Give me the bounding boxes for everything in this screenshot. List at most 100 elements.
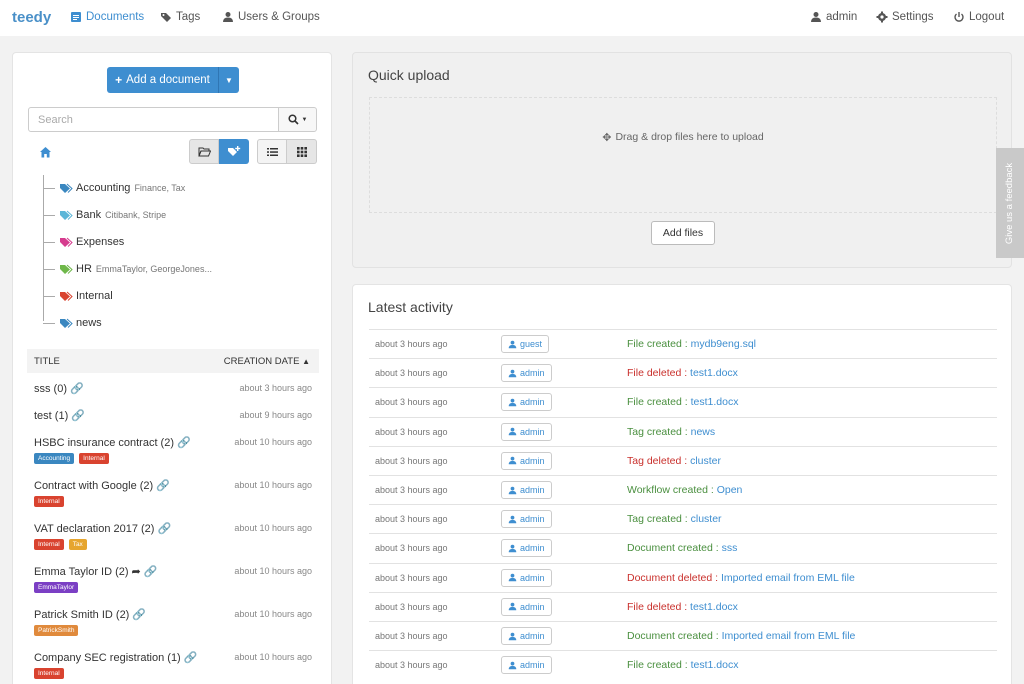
document-date: about 10 hours ago: [234, 523, 312, 533]
search-options-button[interactable]: ▼: [278, 107, 317, 132]
activity-user-badge[interactable]: admin: [501, 451, 552, 470]
activity-user-badge[interactable]: admin: [501, 656, 552, 675]
link-icon: 🔗: [183, 652, 198, 664]
activity-time: about 3 hours ago: [375, 543, 448, 554]
activity-row: about 3 hours ago admin Document created :…: [369, 533, 997, 562]
document-row[interactable]: HSBC insurance contract (2) 🔗 about 10 ho…: [34, 436, 312, 464]
activity-user-badge[interactable]: admin: [501, 597, 552, 616]
folder-view-button[interactable]: [189, 139, 219, 164]
tag-view-button[interactable]: [219, 139, 249, 164]
activity-target-link[interactable]: cluster: [691, 513, 722, 525]
nav-tags[interactable]: Tags: [160, 11, 200, 23]
activity-message: File created : test1.docx: [627, 396, 739, 408]
tag-badge[interactable]: EmmaTaylor: [34, 582, 79, 593]
document-date: about 10 hours ago: [234, 480, 312, 490]
nav-tags-label: Tags: [176, 11, 201, 23]
document-row[interactable]: sss (0) 🔗 about 3 hours ago: [34, 382, 312, 396]
document-row[interactable]: Company SEC registration (1) 🔗 about 10 h…: [34, 651, 312, 679]
activity-target-link[interactable]: Open: [717, 484, 743, 496]
nav-logout[interactable]: Logout: [953, 11, 1004, 23]
brand-logo[interactable]: teedy: [12, 9, 51, 26]
activity-user-badge[interactable]: guest: [501, 335, 550, 353]
activity-row: about 3 hours ago admin File deleted : tes…: [369, 591, 997, 621]
feedback-tab[interactable]: Give us a feedback: [996, 148, 1024, 258]
user-icon: [508, 340, 517, 348]
activity-user-badge[interactable]: admin: [501, 568, 552, 587]
activity-message: Document deleted : Imported email from E…: [627, 572, 855, 584]
activity-target-link[interactable]: Imported email from EML file: [721, 572, 855, 584]
tag-badge[interactable]: Internal: [34, 668, 64, 679]
tag-badge[interactable]: PatrickSmith: [34, 625, 79, 636]
nav-documents[interactable]: Documents: [70, 11, 144, 23]
activity-target-link[interactable]: test1.docx: [690, 367, 738, 379]
activity-row: about 3 hours ago admin File deleted : tes…: [369, 358, 997, 387]
document-title: Emma Taylor ID (2): [34, 565, 129, 578]
nav-documents-label: Documents: [86, 11, 145, 23]
document-title: Company SEC registration (1): [34, 651, 181, 664]
nav-admin[interactable]: admin: [810, 11, 857, 23]
tree-item-bank[interactable]: Bank Citibank, Stripe: [43, 208, 166, 222]
activity-user-badge[interactable]: admin: [501, 510, 552, 529]
activity-target-link[interactable]: Imported email from EML file: [722, 630, 856, 642]
activity-target-link[interactable]: sss: [722, 542, 738, 554]
activity-user-badge[interactable]: admin: [501, 364, 552, 383]
activity-time: about 3 hours ago: [375, 660, 448, 671]
activity-user-badge[interactable]: admin: [501, 627, 552, 645]
tag-badge[interactable]: Tax: [68, 539, 87, 550]
document-row[interactable]: Patrick Smith ID (2) 🔗 about 10 hours ago…: [34, 608, 312, 636]
search-icon: [287, 114, 299, 125]
tree-item-hr[interactable]: HR EmmaTaylor, GeorgeJones...: [43, 262, 212, 276]
add-files-button[interactable]: Add files: [651, 221, 715, 245]
activity-target-link[interactable]: mydb9eng.sql: [691, 338, 756, 350]
tree-item-accounting[interactable]: Accounting Finance, Tax: [43, 181, 185, 195]
tree-item-news[interactable]: news: [43, 316, 102, 330]
tree-item-expenses[interactable]: Expenses: [43, 235, 124, 249]
document-row[interactable]: Contract with Google (2) 🔗 about 10 hours…: [34, 479, 312, 507]
upload-dropzone[interactable]: ✥ Drag & drop files here to upload: [369, 97, 997, 213]
tree-item-label: Expenses: [76, 236, 125, 248]
activity-target-link[interactable]: cluster: [690, 455, 721, 467]
activity-user-badge[interactable]: admin: [501, 393, 552, 412]
activity-target-link[interactable]: news: [691, 426, 716, 438]
column-creation-date[interactable]: CREATION DATE ▲: [224, 356, 310, 367]
activity-row: about 3 hours ago admin File created : tes…: [369, 650, 997, 679]
document-row[interactable]: VAT declaration 2017 (2) 🔗 about 10 hours…: [34, 522, 312, 550]
activity-action: Document created :: [627, 542, 719, 555]
add-document-button[interactable]: + Add a document: [107, 67, 219, 93]
link-icon: 🔗: [70, 383, 84, 395]
document-row[interactable]: Emma Taylor ID (2) ➦ 🔗 about 10 hours ago …: [34, 565, 312, 593]
activity-message: Tag deleted : cluster: [627, 455, 721, 467]
grid-view-button[interactable]: [287, 139, 317, 164]
tag-badge[interactable]: Internal: [34, 539, 64, 550]
activity-target-link[interactable]: test1.docx: [691, 659, 739, 671]
add-document-dropdown-toggle[interactable]: ▼: [219, 76, 239, 85]
tag-badge[interactable]: Internal: [79, 453, 109, 464]
list-view-button[interactable]: [257, 139, 287, 164]
activity-user-name: admin: [520, 601, 545, 612]
activity-user-badge[interactable]: admin: [501, 422, 552, 441]
activity-user-badge[interactable]: admin: [501, 539, 552, 558]
tree-item-label: HR: [76, 263, 92, 275]
link-icon: 🔗: [156, 480, 170, 492]
latest-activity-panel: Latest activity about 3 hours ago guest Fi…: [352, 284, 1012, 684]
document-date: about 10 hours ago: [234, 566, 312, 576]
tree-item-internal[interactable]: Internal: [43, 289, 113, 303]
activity-user-name: admin: [520, 572, 545, 583]
document-date: about 10 hours ago: [234, 437, 312, 447]
move-icon: ✥: [602, 131, 612, 144]
tag-badge[interactable]: Internal: [34, 496, 64, 507]
tags-icon: [161, 13, 171, 22]
document-row[interactable]: test (1) 🔗 about 9 hours ago: [34, 409, 312, 423]
nav-settings[interactable]: Settings: [876, 11, 934, 23]
nav-users-groups[interactable]: Users & Groups: [222, 11, 320, 23]
activity-user-badge[interactable]: admin: [501, 481, 552, 499]
grid-icon: [296, 146, 307, 157]
activity-action: Tag deleted :: [627, 454, 688, 467]
tag-badge[interactable]: Accounting: [34, 453, 75, 464]
user-icon: [508, 486, 517, 494]
column-title[interactable]: TITLE: [34, 356, 60, 367]
activity-target-link[interactable]: test1.docx: [691, 396, 739, 408]
search-input[interactable]: [28, 107, 279, 132]
home-icon[interactable]: [39, 146, 52, 159]
activity-target-link[interactable]: test1.docx: [690, 601, 738, 613]
